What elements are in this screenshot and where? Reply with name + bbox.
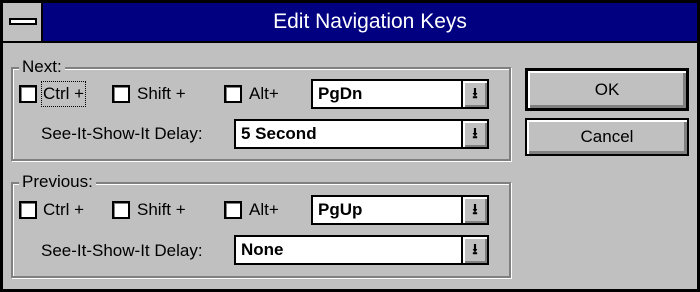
previous-key-select[interactable]: PgUp ⭳ (311, 195, 489, 225)
next-shift-label[interactable]: Shift + (137, 83, 186, 105)
previous-alt-label[interactable]: Alt+ (249, 199, 279, 221)
previous-ctrl-label[interactable]: Ctrl + (43, 199, 84, 221)
previous-alt-checkbox[interactable] (224, 201, 242, 219)
previous-group-label: Previous: (19, 172, 96, 192)
system-menu-button[interactable] (3, 3, 43, 41)
down-arrow-icon[interactable]: ⭳ (461, 81, 487, 107)
previous-delay-value: None (241, 240, 284, 259)
next-ctrl-label[interactable]: Ctrl + (40, 81, 87, 107)
ok-button[interactable]: OK (525, 68, 689, 111)
next-shift-checkbox[interactable] (112, 85, 130, 103)
previous-ctrl-checkbox[interactable] (19, 201, 37, 219)
next-key-select[interactable]: PgDn ⭳ (311, 79, 489, 109)
next-delay-select[interactable]: 5 Second ⭳ (234, 119, 489, 149)
previous-shift-label[interactable]: Shift + (137, 199, 186, 221)
next-delay-value: 5 Second (241, 124, 317, 143)
edit-navigation-keys-dialog: Edit Navigation Keys Next: Ctrl + Shift … (0, 0, 700, 292)
next-ctrl-checkbox[interactable] (19, 85, 37, 103)
previous-delay-label: See-It-Show-It Delay: (41, 241, 203, 260)
previous-delay-select[interactable]: None ⭳ (234, 235, 489, 265)
down-arrow-icon[interactable]: ⭳ (461, 121, 487, 147)
window-title: Edit Navigation Keys (273, 10, 467, 33)
previous-shift-checkbox[interactable] (112, 201, 130, 219)
next-alt-label[interactable]: Alt+ (249, 83, 279, 105)
cancel-button[interactable]: Cancel (525, 118, 689, 156)
previous-key-value: PgUp (318, 200, 363, 219)
down-arrow-icon[interactable]: ⭳ (461, 237, 487, 263)
system-menu-icon (9, 18, 37, 25)
next-alt-checkbox[interactable] (224, 85, 242, 103)
next-group: Next: Ctrl + Shift + Alt+ PgDn ⭳ See-It-… (11, 57, 511, 161)
down-arrow-icon[interactable]: ⭳ (461, 197, 487, 223)
next-group-label: Next: (19, 57, 65, 77)
title-bar: Edit Navigation Keys (3, 3, 697, 43)
next-delay-label: See-It-Show-It Delay: (41, 124, 203, 143)
previous-group: Previous: Ctrl + Shift + Alt+ PgUp ⭳ See… (11, 172, 511, 278)
next-key-value: PgDn (318, 84, 363, 103)
